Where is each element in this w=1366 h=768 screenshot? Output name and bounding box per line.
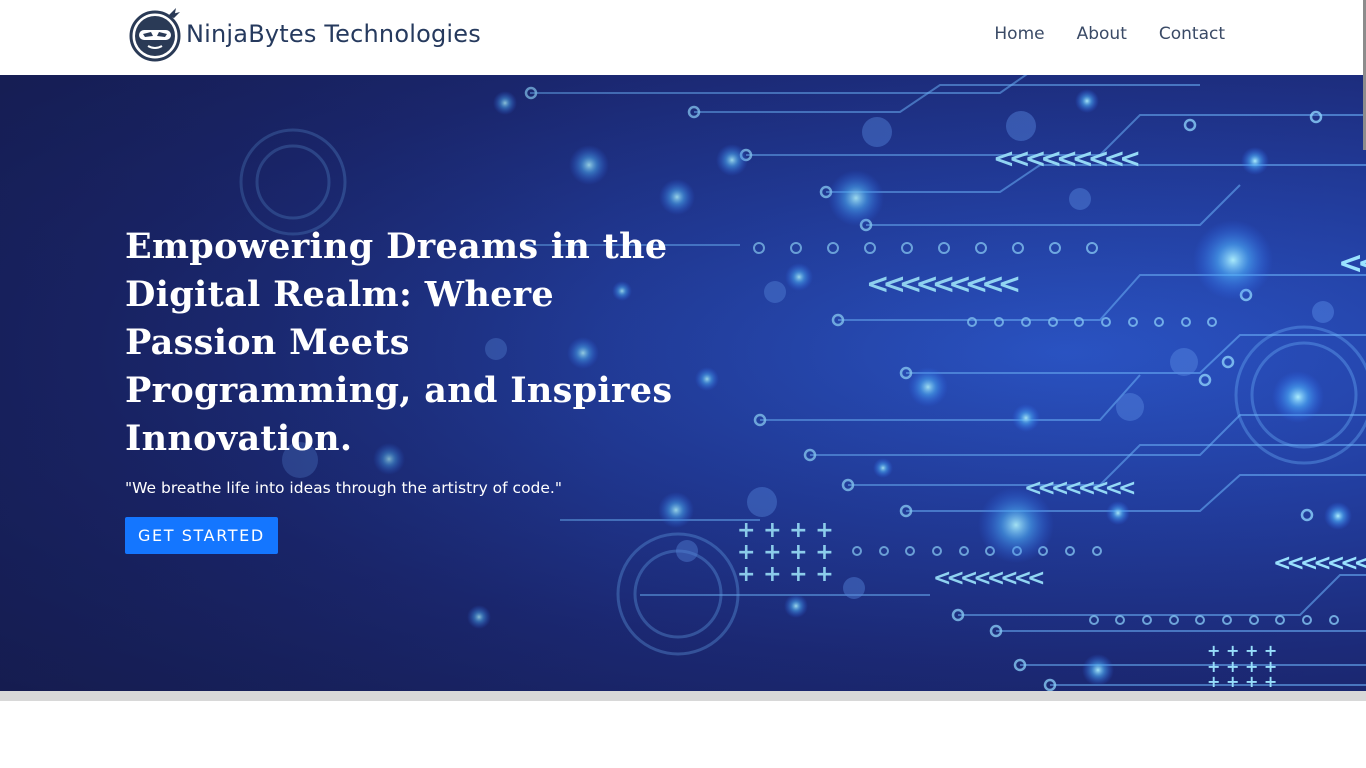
hero-title: Empowering Dreams in the Digital Realm: … — [125, 226, 673, 459]
brand-name: NinjaBytes Technologies — [186, 20, 481, 48]
hero-subtitle: "We breathe life into ideas through the … — [125, 479, 562, 497]
nav-link-home[interactable]: Home — [994, 24, 1044, 44]
get-started-button[interactable]: GET STARTED — [125, 517, 278, 554]
nav-link-about[interactable]: About — [1077, 24, 1127, 44]
main-nav: Home About Contact — [994, 24, 1225, 44]
hero-section: <<<<<<<<< <<<<<<<<< <<<<<<<< <<<<<<<< <<… — [0, 75, 1366, 691]
brand[interactable]: NinjaBytes Technologies — [128, 6, 481, 62]
ninja-logo-icon — [129, 8, 181, 62]
section-divider — [0, 691, 1366, 701]
nav-link-contact[interactable]: Contact — [1159, 24, 1225, 44]
hero-content: Empowering Dreams in the Digital Realm: … — [125, 223, 685, 554]
top-navbar: NinjaBytes Technologies Home About Conta… — [0, 0, 1366, 75]
